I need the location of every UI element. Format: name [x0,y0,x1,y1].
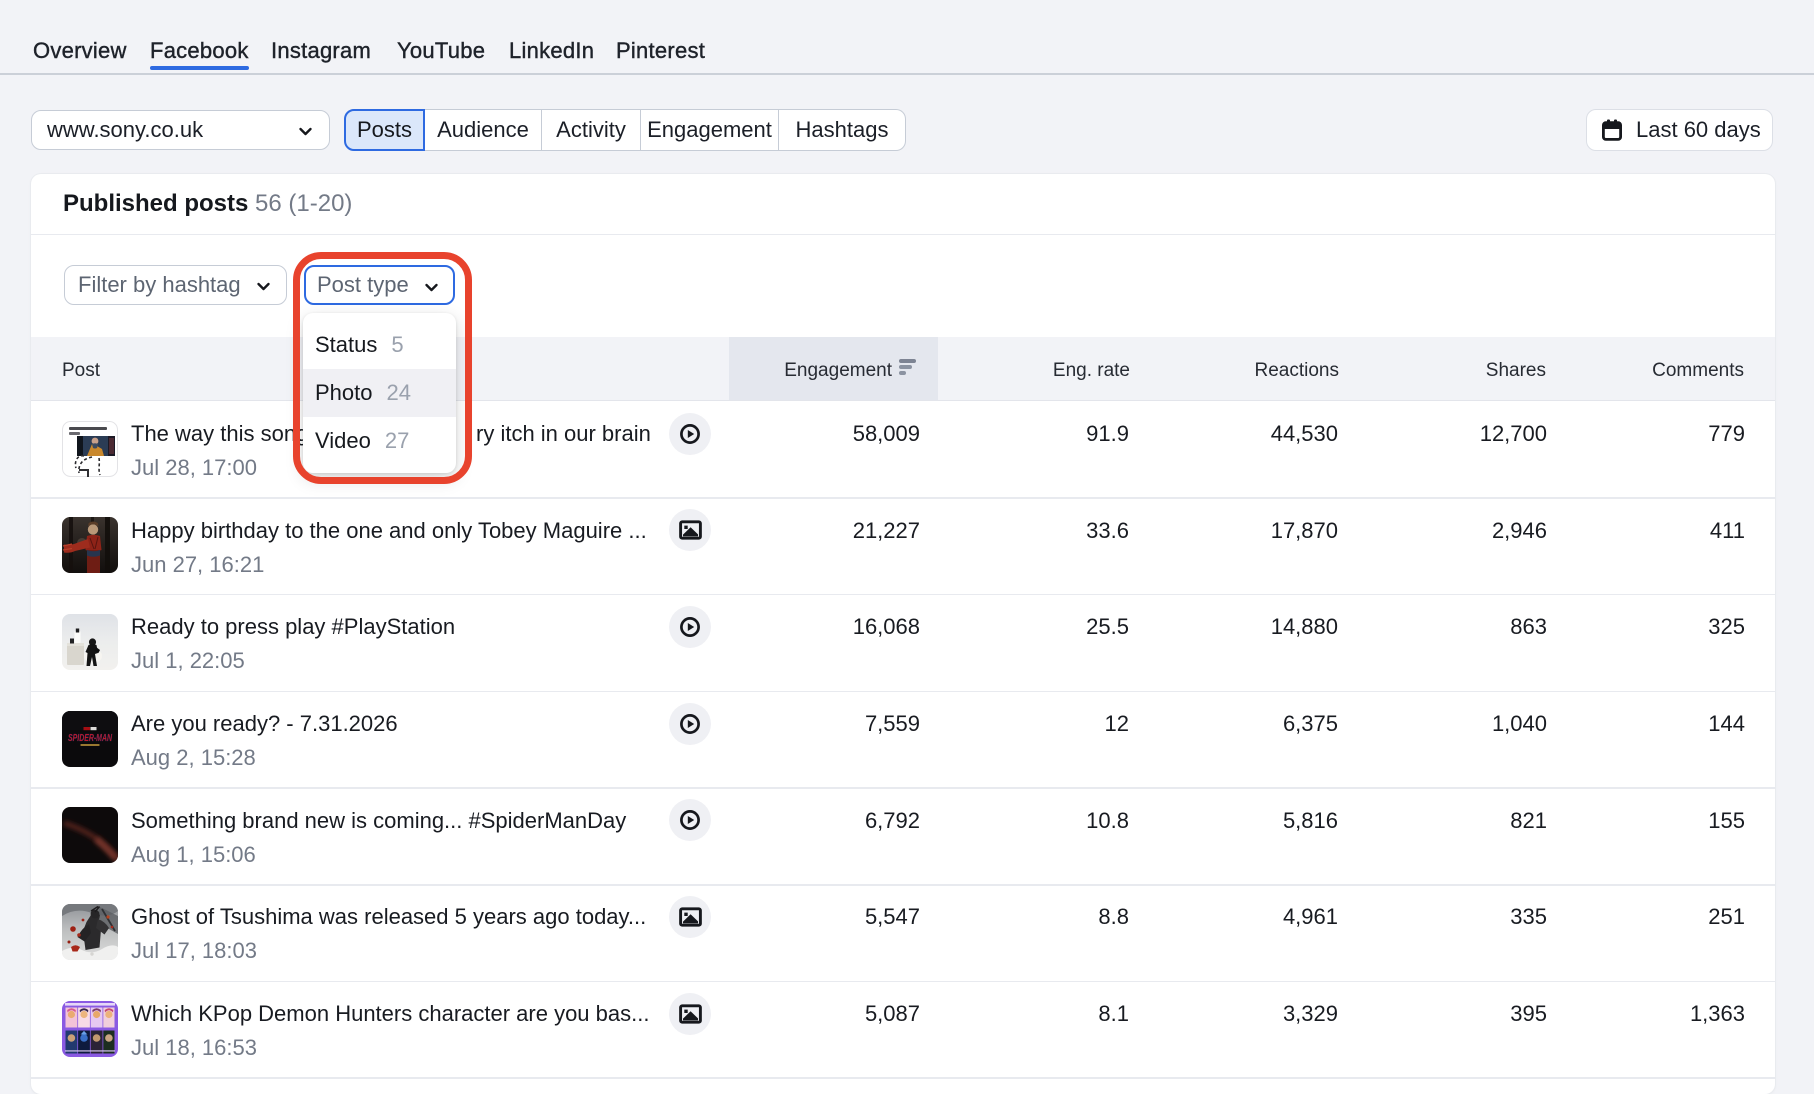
svg-text:SPIDER-MAN: SPIDER-MAN [68,732,112,744]
